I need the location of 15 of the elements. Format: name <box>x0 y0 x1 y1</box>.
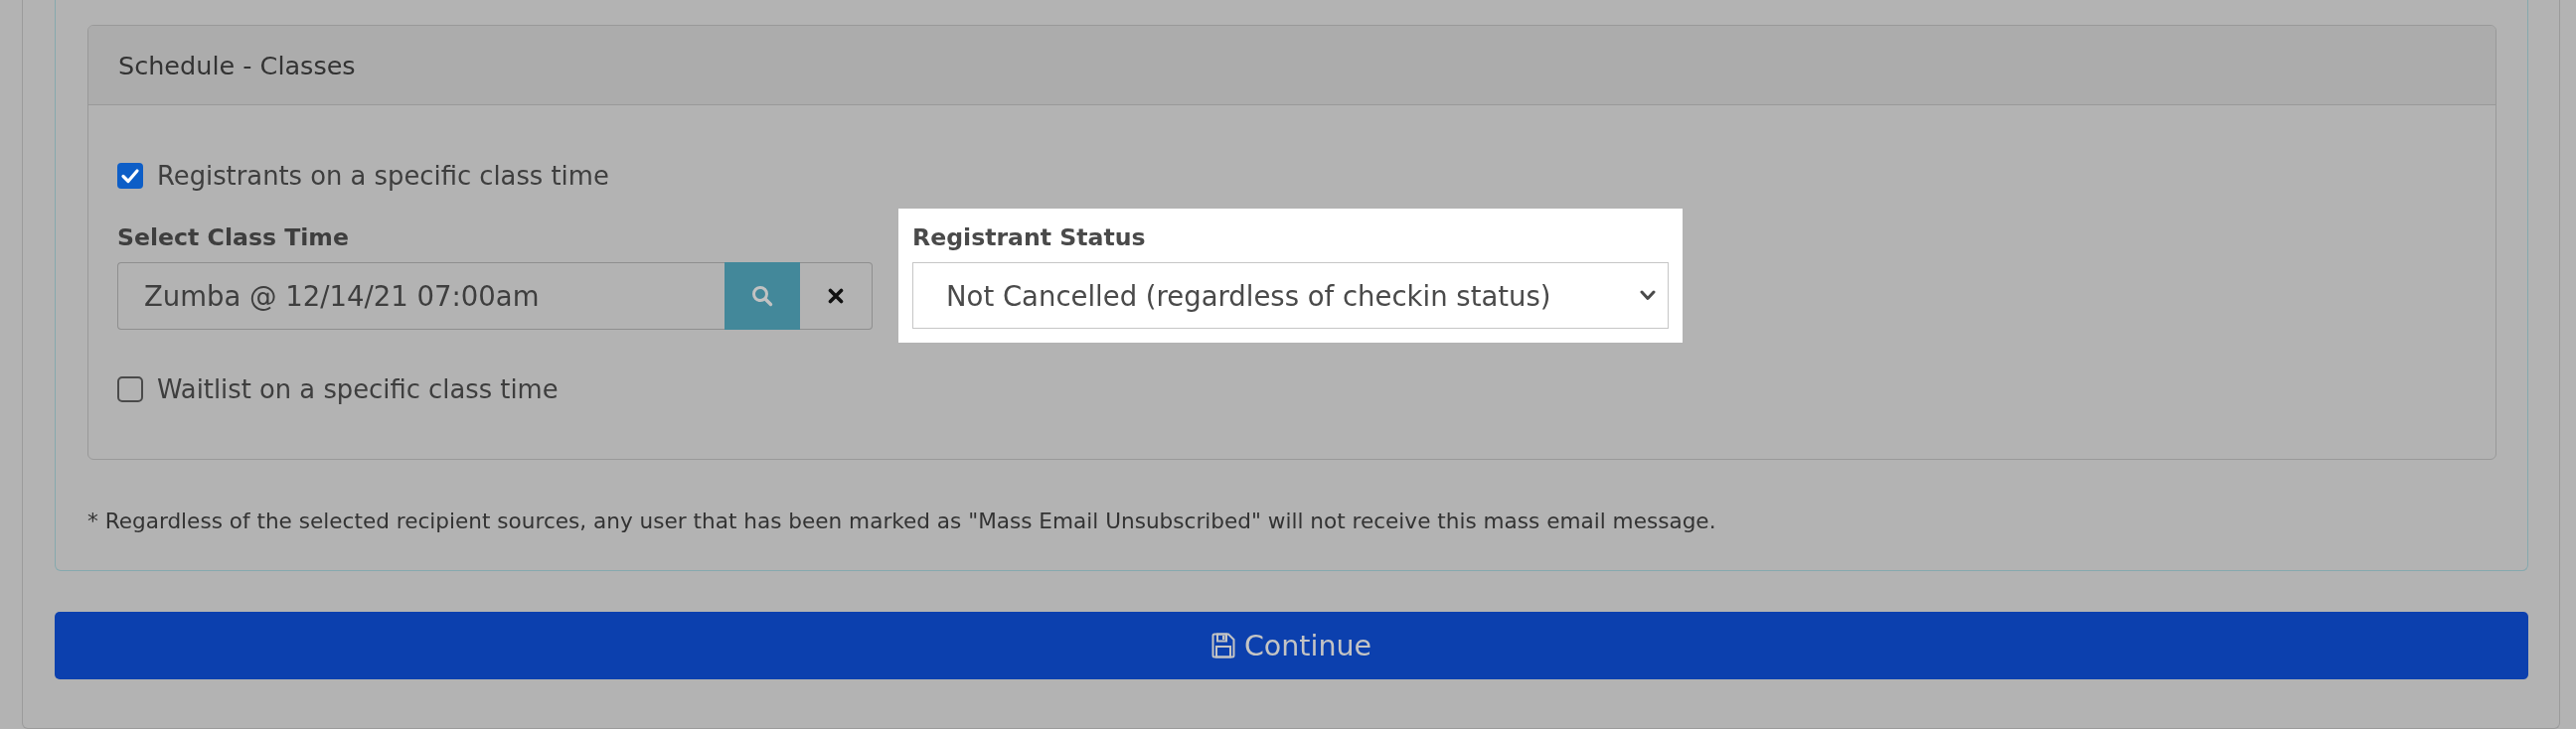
close-icon <box>828 288 844 304</box>
checkbox-label: Waitlist on a specific class time <box>157 374 559 404</box>
continue-button[interactable]: Continue <box>55 612 2528 679</box>
clear-button[interactable] <box>800 262 873 330</box>
field-label: Select Class Time <box>117 222 350 252</box>
class-time-field[interactable]: Zumba @ 12/14/21 07:00am <box>117 262 724 330</box>
footnote-text: * Regardless of the selected recipient sources, any user that has been marked as "Mass Email Unsubscribed" will not receive this mass email message. <box>87 508 1717 535</box>
checkbox-label: Registrants on a specific class time <box>157 161 609 191</box>
checkbox[interactable] <box>117 376 143 402</box>
search-icon <box>751 285 773 307</box>
chevron-down-icon <box>1640 290 1656 301</box>
checkbox[interactable] <box>117 163 143 189</box>
field-label: Registrant Status <box>912 222 1147 252</box>
panel-title: Schedule - Classes <box>118 50 356 80</box>
status-select[interactable]: Not Cancelled (regardless of checkin status) <box>912 262 1669 329</box>
